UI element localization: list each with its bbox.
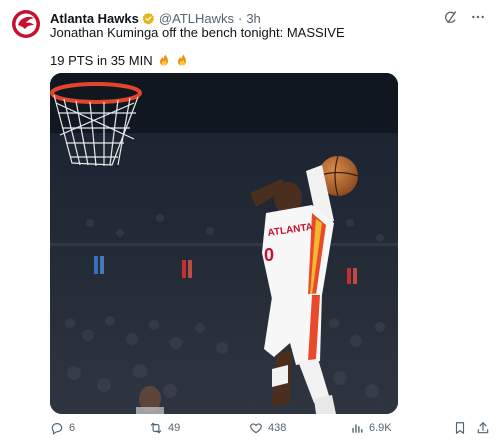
tweet: Atlanta Hawks @ATLHawks · 3h Jonathan Ku… <box>0 0 500 440</box>
fire-emoji <box>160 54 169 66</box>
action-bar: 6 49 438 6.9K <box>50 421 490 437</box>
top-actions <box>442 9 486 25</box>
verified-badge-icon <box>142 12 155 25</box>
tweet-text-line-1: Jonathan Kuminga off the bench tonight: … <box>50 25 345 40</box>
views-button[interactable]: 6.9K <box>350 421 392 435</box>
reply-count: 6 <box>69 422 76 434</box>
more-icon[interactable] <box>470 9 486 25</box>
like-button[interactable]: 438 <box>249 421 286 435</box>
bookmark-button[interactable] <box>453 421 467 435</box>
post-image[interactable]: ATLANTA 0 <box>50 73 398 414</box>
tweet-header: Atlanta Hawks @ATLHawks · 3h <box>50 10 261 26</box>
fire-emoji <box>177 54 186 66</box>
views-count: 6.9K <box>369 422 392 434</box>
author-name[interactable]: Atlanta Hawks <box>50 11 139 26</box>
hawks-logo <box>12 10 40 38</box>
reply-icon <box>51 423 63 435</box>
author-handle[interactable]: @ATLHawks <box>159 11 234 26</box>
repost-button[interactable]: 49 <box>149 421 180 435</box>
dunk-photo: ATLANTA 0 <box>50 73 398 414</box>
separator-dot: · <box>237 10 243 26</box>
stat-text: 19 PTS in 35 MIN <box>50 53 153 68</box>
like-icon <box>250 423 262 434</box>
repost-icon <box>150 422 162 434</box>
like-count: 438 <box>268 422 287 434</box>
share-icon <box>477 422 489 434</box>
tweet-text-line-2: 19 PTS in 35 MIN <box>50 53 188 68</box>
repost-count: 49 <box>168 422 181 434</box>
grok-icon[interactable] <box>442 9 458 25</box>
share-button[interactable] <box>476 421 490 435</box>
post-time[interactable]: 3h <box>246 11 260 26</box>
jersey-number: 0 <box>264 245 274 265</box>
views-icon <box>352 424 363 433</box>
bookmark-icon <box>455 422 465 434</box>
reply-button[interactable]: 6 <box>50 421 75 435</box>
avatar[interactable] <box>11 9 41 39</box>
